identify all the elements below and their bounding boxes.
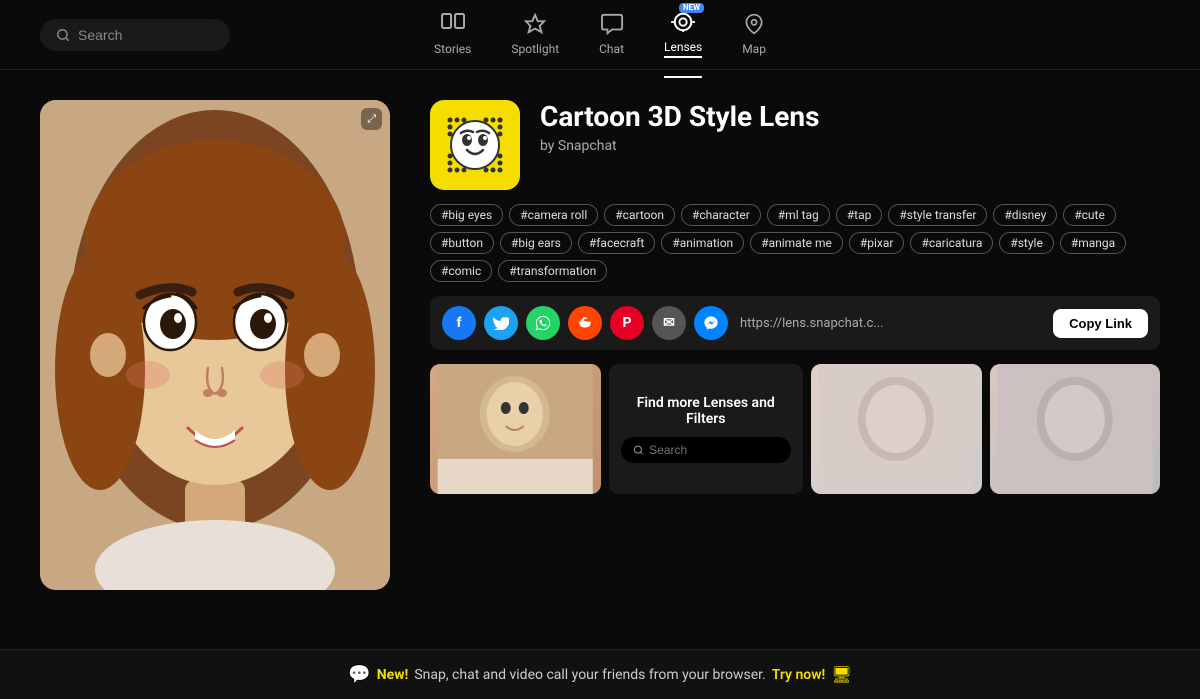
spotlight-icon bbox=[524, 13, 546, 38]
chat-icon bbox=[600, 13, 624, 38]
reddit-share-btn[interactable] bbox=[568, 306, 602, 340]
search-input[interactable] bbox=[78, 27, 218, 43]
lens-qr-code bbox=[430, 100, 520, 190]
lens-tag[interactable]: #disney bbox=[993, 204, 1057, 226]
lens-tag[interactable]: #facecraft bbox=[578, 232, 655, 254]
nav-stories[interactable]: Stories bbox=[434, 13, 471, 56]
lens-tag[interactable]: #manga bbox=[1060, 232, 1126, 254]
find-more-title: Find more Lenses and Filters bbox=[621, 395, 792, 427]
main-content: ⤢ bbox=[0, 70, 1200, 649]
banner-chat-icon: 💬 bbox=[348, 664, 370, 685]
nav-map[interactable]: Map bbox=[742, 13, 766, 56]
lens-tag[interactable]: #character bbox=[681, 204, 761, 226]
search-icon bbox=[56, 28, 70, 42]
lens-tag[interactable]: #animate me bbox=[750, 232, 843, 254]
nav-map-label: Map bbox=[742, 42, 766, 56]
lens-tag[interactable]: #animation bbox=[661, 232, 744, 254]
lens-preview: ⤢ bbox=[40, 100, 390, 590]
nav-spotlight[interactable]: Spotlight bbox=[511, 13, 559, 56]
header: Stories Spotlight Chat bbox=[0, 0, 1200, 70]
new-badge: NEW bbox=[679, 3, 704, 13]
lens-tag[interactable]: #caricatura bbox=[910, 232, 993, 254]
lenses-icon: NEW bbox=[670, 11, 696, 36]
find-more-tile[interactable]: Find more Lenses and Filters bbox=[609, 364, 804, 494]
lens-tag[interactable]: #big ears bbox=[500, 232, 572, 254]
nav-stories-label: Stories bbox=[434, 42, 471, 56]
thumbnail-3[interactable] bbox=[811, 364, 982, 494]
lens-tag[interactable]: #pixar bbox=[849, 232, 905, 254]
lens-tag[interactable]: #button bbox=[430, 232, 494, 254]
thumbnails-row: Find more Lenses and Filters bbox=[430, 364, 1160, 494]
twitter-share-btn[interactable] bbox=[484, 306, 518, 340]
banner-screen-icon: 🖥 bbox=[831, 665, 851, 684]
stories-icon bbox=[441, 13, 465, 38]
find-more-search-input[interactable] bbox=[649, 443, 779, 457]
snapcode-svg bbox=[440, 110, 510, 180]
share-link: https://lens.snapchat.c... bbox=[740, 316, 1045, 331]
lens-author: by Snapchat bbox=[540, 138, 1160, 154]
search-bar[interactable] bbox=[40, 19, 230, 51]
lens-tag[interactable]: #comic bbox=[430, 260, 492, 282]
lens-tag[interactable]: #cute bbox=[1063, 204, 1116, 226]
preview-image: ⤢ bbox=[40, 100, 390, 590]
lens-tag[interactable]: #style transfer bbox=[888, 204, 987, 226]
lens-tag[interactable]: #tap bbox=[836, 204, 883, 226]
whatsapp-share-btn[interactable] bbox=[526, 306, 560, 340]
map-icon bbox=[744, 13, 764, 38]
bottom-banner: 💬 New! Snap, chat and video call your fr… bbox=[0, 649, 1200, 699]
lens-tag[interactable]: #big eyes bbox=[430, 204, 503, 226]
find-more-search-icon bbox=[633, 444, 644, 456]
copy-link-button[interactable]: Copy Link bbox=[1053, 309, 1148, 338]
email-share-btn[interactable]: ✉ bbox=[652, 306, 686, 340]
nav-lenses[interactable]: NEW Lenses bbox=[664, 11, 702, 58]
thumb-3-image bbox=[811, 364, 982, 494]
messenger-share-btn[interactable] bbox=[694, 306, 728, 340]
thumb-4-image bbox=[990, 364, 1161, 494]
find-more-search[interactable] bbox=[621, 437, 792, 463]
thumb-1-image bbox=[430, 364, 601, 494]
lens-title-block: Cartoon 3D Style Lens by Snapchat bbox=[540, 100, 1160, 154]
preview-corner-icon: ⤢ bbox=[361, 108, 382, 130]
nav-chat-label: Chat bbox=[599, 42, 624, 56]
lens-tag[interactable]: #ml tag bbox=[767, 204, 830, 226]
lens-tag[interactable]: #camera roll bbox=[509, 204, 598, 226]
pinterest-share-btn[interactable]: P bbox=[610, 306, 644, 340]
lens-tag[interactable]: #transformation bbox=[498, 260, 607, 282]
banner-cta[interactable]: Try now! bbox=[772, 667, 826, 683]
face-illustration bbox=[40, 100, 390, 590]
tags-container: #big eyes #camera roll #cartoon #character #… bbox=[430, 204, 1160, 282]
thumbnail-4[interactable] bbox=[990, 364, 1161, 494]
nav-spotlight-label: Spotlight bbox=[511, 42, 559, 56]
banner-text: Snap, chat and video call your friends f… bbox=[414, 667, 765, 683]
lens-header: Cartoon 3D Style Lens by Snapchat bbox=[430, 100, 1160, 190]
lens-tag[interactable]: #style bbox=[999, 232, 1053, 254]
main-nav: Stories Spotlight Chat bbox=[434, 11, 766, 58]
lens-tag[interactable]: #cartoon bbox=[604, 204, 675, 226]
nav-lenses-label: Lenses bbox=[664, 40, 702, 58]
nav-chat[interactable]: Chat bbox=[599, 13, 624, 56]
banner-new-label: New! bbox=[377, 667, 409, 683]
lens-title: Cartoon 3D Style Lens bbox=[540, 100, 1160, 134]
thumbnail-1[interactable] bbox=[430, 364, 601, 494]
share-row: f P ✉ https://lens.snapchat.c... Copy Li… bbox=[430, 296, 1160, 350]
lens-info: Cartoon 3D Style Lens by Snapchat #big e… bbox=[430, 100, 1160, 619]
facebook-share-btn[interactable]: f bbox=[442, 306, 476, 340]
